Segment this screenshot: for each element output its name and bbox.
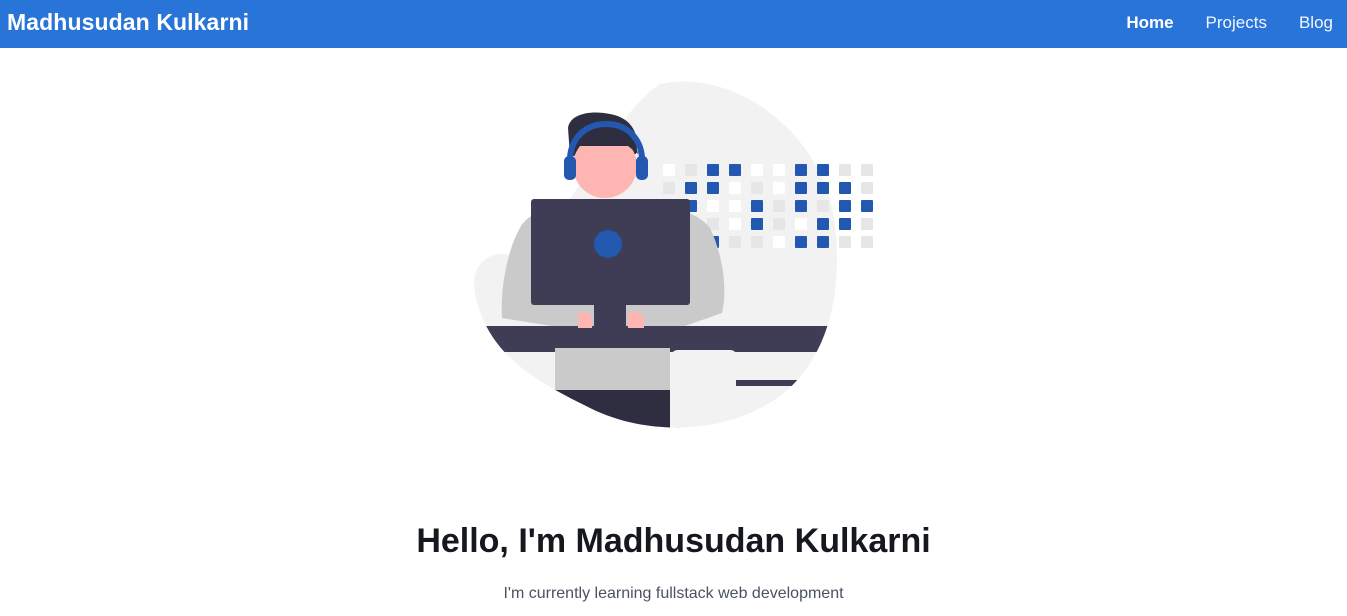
grid-square xyxy=(795,236,807,248)
nav-links: Home Projects Blog xyxy=(1094,13,1333,33)
grid-square xyxy=(729,164,741,176)
grid-square xyxy=(773,164,785,176)
grid-square xyxy=(751,200,763,212)
monitor-logo xyxy=(594,230,622,258)
grid-square xyxy=(839,200,851,212)
grid-square xyxy=(861,200,873,212)
grid-square xyxy=(663,182,675,194)
grid-square xyxy=(861,236,873,248)
grid-square xyxy=(729,182,741,194)
grid-square xyxy=(861,164,873,176)
desk-shadow xyxy=(520,390,680,428)
grid-square xyxy=(817,182,829,194)
grid-square xyxy=(751,236,763,248)
grid-square xyxy=(795,218,807,230)
top-navbar: Madhusudan Kulkarni Home Projects Blog xyxy=(0,0,1347,48)
grid-square xyxy=(685,164,697,176)
nav-link-home[interactable]: Home xyxy=(1126,13,1173,33)
grid-square xyxy=(817,236,829,248)
grid-square xyxy=(817,218,829,230)
grid-square xyxy=(795,200,807,212)
grid-square xyxy=(839,182,851,194)
monitor-stand xyxy=(594,305,626,327)
site-brand[interactable]: Madhusudan Kulkarni xyxy=(7,9,249,36)
grid-square xyxy=(663,164,675,176)
chair-back xyxy=(670,350,738,428)
grid-square xyxy=(729,200,741,212)
grid-square xyxy=(839,236,851,248)
grid-square xyxy=(817,200,829,212)
grid-square xyxy=(707,164,719,176)
nav-link-blog[interactable]: Blog xyxy=(1299,13,1333,33)
grid-square xyxy=(795,182,807,194)
grid-square xyxy=(861,218,873,230)
grid-square xyxy=(773,236,785,248)
illustration-svg xyxy=(474,81,873,428)
grid-square xyxy=(817,164,829,176)
grid-square xyxy=(839,164,851,176)
grid-square xyxy=(707,182,719,194)
grid-square xyxy=(773,182,785,194)
grid-square xyxy=(707,200,719,212)
grid-square xyxy=(795,164,807,176)
nav-link-projects[interactable]: Projects xyxy=(1206,13,1267,33)
grid-square xyxy=(751,182,763,194)
grid-square xyxy=(729,236,741,248)
grid-square xyxy=(839,218,851,230)
grid-square xyxy=(751,164,763,176)
grid-square xyxy=(685,182,697,194)
grid-square xyxy=(773,200,785,212)
developer-at-computer-illustration xyxy=(460,78,890,430)
hero-subtitle: I'm currently learning fullstack web dev… xyxy=(503,585,844,602)
grid-square xyxy=(773,218,785,230)
hero-title: Hello, I'm Madhusudan Kulkarni xyxy=(416,522,931,560)
desk-top xyxy=(474,326,838,352)
grid-square xyxy=(861,182,873,194)
grid-square xyxy=(751,218,763,230)
grid-square xyxy=(729,218,741,230)
